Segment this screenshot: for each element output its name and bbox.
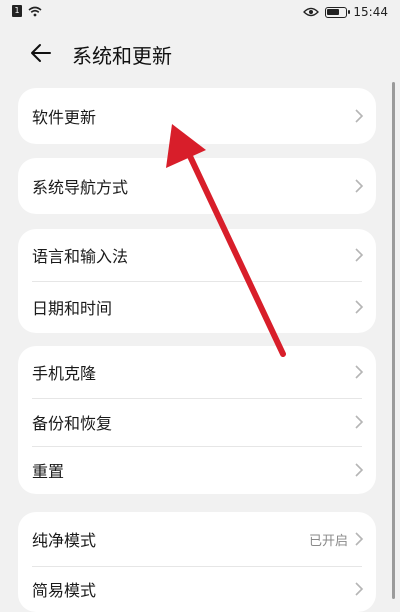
settings-card-navigation: 系统导航方式 [18, 158, 376, 214]
pure-mode-status: 已开启 [308, 533, 348, 549]
date-time-item[interactable]: 日期和时间 [18, 281, 376, 333]
language-input-item[interactable]: 语言和输入法 [18, 229, 376, 281]
phone-clone-item[interactable]: 手机克隆 [18, 346, 376, 398]
chevron-right-icon [355, 582, 364, 596]
status-bar: 1 15:44 [0, 0, 400, 24]
chevron-right-icon [355, 179, 364, 193]
item-label: 备份和恢复 [32, 414, 113, 433]
item-label: 纯净模式 [32, 531, 97, 550]
back-arrow-icon [31, 44, 51, 62]
settings-card-language-date: 语言和输入法 日期和时间 [18, 229, 376, 333]
app-header: 系统和更新 [0, 30, 400, 76]
settings-card-update: 软件更新 [18, 88, 376, 144]
scrollbar[interactable] [392, 82, 395, 599]
status-right: 15:44 [303, 5, 388, 19]
wifi-icon [28, 6, 42, 16]
item-label: 软件更新 [32, 108, 97, 127]
chevron-right-icon [355, 532, 364, 546]
chevron-right-icon [355, 415, 364, 429]
settings-card-backup: 手机克隆 备份和恢复 重置 [18, 346, 376, 494]
sim-icon: 1 [12, 5, 22, 17]
chevron-right-icon [355, 248, 364, 262]
item-label: 重置 [32, 462, 65, 481]
page-title: 系统和更新 [72, 44, 172, 68]
item-label: 日期和时间 [32, 299, 113, 318]
battery-icon [325, 6, 351, 18]
simple-mode-item[interactable]: 简易模式 [18, 566, 376, 612]
system-navigation-item[interactable]: 系统导航方式 [18, 158, 376, 214]
item-label: 手机克隆 [32, 364, 97, 383]
item-label: 系统导航方式 [32, 178, 129, 197]
status-left: 1 [12, 5, 42, 17]
clock: 15:44 [353, 5, 388, 19]
back-button[interactable] [26, 38, 56, 68]
reset-item[interactable]: 重置 [18, 446, 376, 494]
software-update-item[interactable]: 软件更新 [18, 88, 376, 144]
item-label: 简易模式 [32, 581, 97, 600]
chevron-right-icon [355, 300, 364, 314]
chevron-right-icon [355, 463, 364, 477]
chevron-right-icon [355, 365, 364, 379]
backup-restore-item[interactable]: 备份和恢复 [18, 398, 376, 446]
eye-comfort-icon [303, 7, 320, 17]
chevron-right-icon [355, 109, 364, 123]
pure-mode-item[interactable]: 纯净模式 已开启 [18, 512, 376, 566]
item-label: 语言和输入法 [32, 247, 129, 266]
settings-card-modes: 纯净模式 已开启 简易模式 [18, 512, 376, 612]
